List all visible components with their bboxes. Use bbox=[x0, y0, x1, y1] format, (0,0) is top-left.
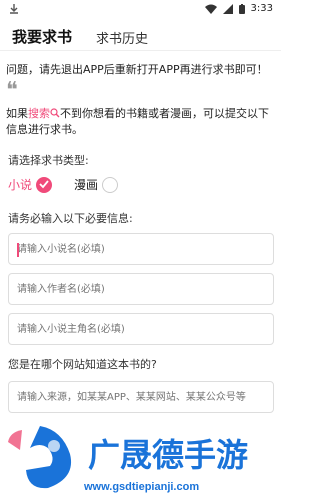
novel-name-field[interactable] bbox=[8, 233, 274, 265]
book-type-options: 小说 漫画 bbox=[8, 176, 119, 193]
notice-text: 问题，请先退出APP后重新打开APP再进行求书即可！ bbox=[6, 63, 268, 76]
source-field[interactable] bbox=[8, 381, 274, 413]
protagonist-name-field[interactable] bbox=[8, 313, 274, 345]
search-icon bbox=[50, 108, 60, 118]
watermark-swoosh bbox=[26, 426, 72, 489]
signal-icon bbox=[222, 3, 233, 14]
source-input[interactable] bbox=[9, 382, 273, 412]
option-novel-label[interactable]: 小说 bbox=[8, 176, 32, 193]
required-info-label: 请务必输入以下必要信息: bbox=[8, 212, 133, 225]
source-label: 您是在哪个网站知道这本书的? bbox=[8, 358, 157, 371]
search-link[interactable]: 搜索 bbox=[28, 107, 60, 120]
option-comic-label[interactable]: 漫画 bbox=[74, 176, 98, 193]
book-type-label: 请选择求书类型: bbox=[8, 154, 89, 167]
watermark-logo: 广晟德手游 www.gsdtiepianji.com bbox=[8, 426, 248, 493]
watermark-highlight bbox=[48, 440, 60, 452]
author-name-field[interactable] bbox=[8, 273, 274, 305]
status-bar: 3:33 bbox=[0, 0, 281, 20]
watermark-shape-left bbox=[8, 430, 22, 450]
watermark-brand: 广晟德手游 bbox=[88, 437, 248, 473]
author-name-input[interactable] bbox=[9, 274, 273, 304]
status-time: 3:33 bbox=[250, 3, 273, 14]
novel-name-input[interactable] bbox=[9, 234, 273, 264]
tab-request-book[interactable]: 我要求书 bbox=[12, 26, 72, 47]
description-prefix: 如果 bbox=[6, 107, 28, 120]
search-link-label: 搜索 bbox=[28, 107, 50, 120]
download-icon bbox=[10, 4, 18, 14]
text-cursor bbox=[17, 243, 19, 257]
protagonist-name-input[interactable] bbox=[9, 314, 273, 344]
option-comic-radio[interactable] bbox=[102, 176, 119, 193]
watermark-url: www.gsdtiepianji.com bbox=[83, 481, 199, 493]
watermark: 广晟德手游 www.gsdtiepianji.com bbox=[0, 420, 281, 499]
tab-request-history[interactable]: 求书历史 bbox=[96, 28, 148, 47]
description-text: 如果搜索 不到你想看的书籍或者漫画，可以提交以下信息进行求书。 bbox=[6, 106, 274, 138]
tab-bar: 我要求书 求书历史 bbox=[0, 20, 281, 50]
battery-icon bbox=[238, 3, 245, 14]
check-icon bbox=[39, 179, 49, 188]
quote-icon: ❝ bbox=[6, 78, 18, 103]
divider bbox=[0, 50, 281, 51]
wifi-icon bbox=[204, 4, 217, 14]
option-novel-radio[interactable] bbox=[36, 176, 53, 193]
